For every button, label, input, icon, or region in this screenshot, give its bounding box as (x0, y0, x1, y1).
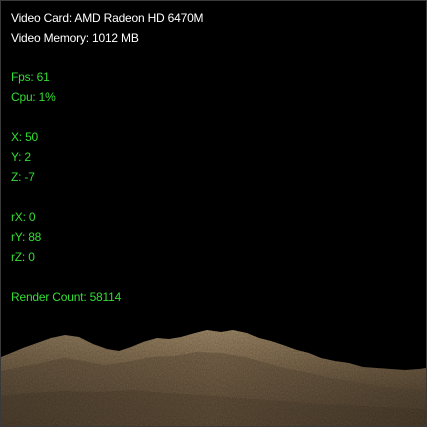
game-viewport[interactable]: Video Card: AMD Radeon HD 6470M Video Me… (0, 0, 427, 427)
cpu-usage: Cpu: 1% (11, 90, 56, 104)
render-count: Render Count: 58114 (11, 290, 122, 304)
fps-counter: Fps: 61 (11, 70, 50, 84)
video-card-label: Video Card: AMD Radeon HD 6470M (11, 11, 204, 25)
rotation-y: rY: 88 (11, 230, 42, 244)
terrain-landscape (1, 321, 426, 426)
position-x: X: 50 (11, 130, 39, 144)
rotation-z: rZ: 0 (11, 250, 35, 264)
rotation-x: rX: 0 (11, 210, 36, 224)
position-y: Y: 2 (11, 150, 31, 164)
video-memory-label: Video Memory: 1012 MB (11, 31, 139, 45)
position-z: Z: -7 (11, 170, 35, 184)
